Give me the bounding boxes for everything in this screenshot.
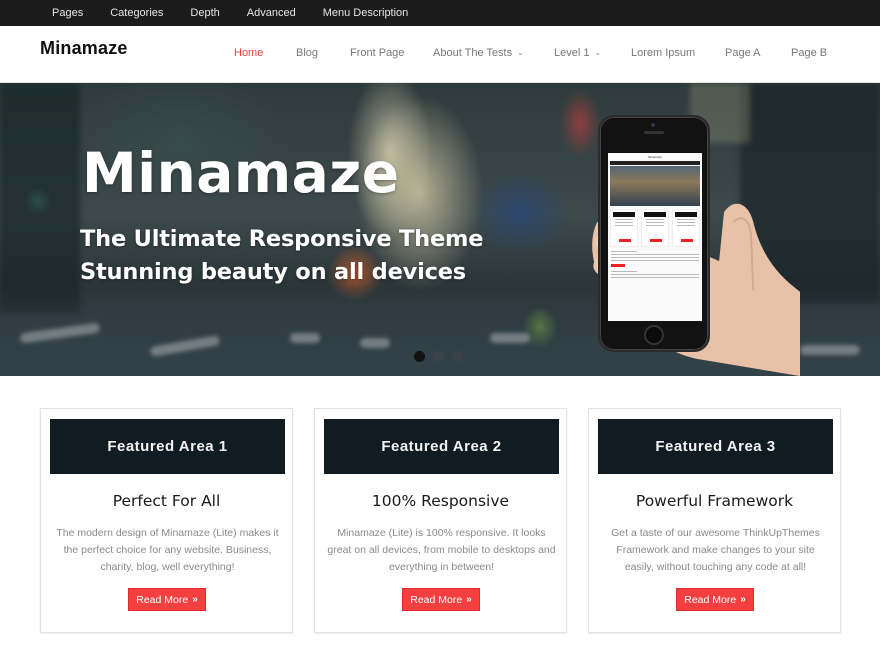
nav-label: Blog [296, 47, 319, 59]
featured-header: Featured Area 2 [324, 419, 559, 474]
hero-subtitle-line-1: The Ultimate Responsive Theme [80, 226, 484, 252]
screen-hero [610, 166, 700, 206]
nav-label: Page A [725, 47, 761, 59]
read-more-button[interactable]: Read More » [402, 588, 480, 611]
double-chevron-right-icon: » [192, 594, 198, 605]
screen-nav [610, 161, 700, 165]
nav-item-about-the-tests[interactable]: About The Tests ⌄ [433, 47, 524, 59]
nav-item-level-1[interactable]: Level 1 ⌄ [554, 47, 601, 59]
screen-post [611, 271, 699, 278]
background-building [0, 83, 80, 313]
read-more-label: Read More [136, 593, 189, 606]
read-more-label: Read More [410, 593, 463, 606]
road-stripe [490, 333, 530, 343]
featured-header: Featured Area 1 [50, 419, 285, 474]
featured-text: Get a taste of our awesome ThinkUpThemes… [611, 527, 820, 573]
top-menu-item-depth[interactable]: Depth [190, 7, 219, 19]
hero-title: Minamaze [82, 141, 400, 205]
slider-pagination [414, 351, 471, 362]
top-menu-item-advanced[interactable]: Advanced [247, 7, 296, 19]
double-chevron-right-icon: » [740, 594, 746, 605]
screen-featured [608, 206, 702, 247]
slider-dot-1[interactable] [414, 351, 425, 362]
phone-mockup: Minamaze [598, 115, 710, 352]
nav-label: About The Tests [433, 47, 513, 59]
featured-text: Minamaze (Lite) is 100% responsive. It l… [327, 527, 556, 573]
site-header: Minamaze Home Blog Front Page About The … [0, 26, 880, 83]
nav-label: Page B [791, 47, 828, 59]
nav-label: Home [234, 47, 264, 59]
nav-item-home[interactable]: Home [234, 47, 263, 59]
top-menu-item-pages[interactable]: Pages [52, 7, 83, 19]
screen-featured-col [672, 209, 700, 247]
read-more-label: Read More [684, 593, 737, 606]
hero-subtitle-line-2: Stunning beauty on all devices [80, 259, 466, 285]
nav-label: Front Page [350, 47, 405, 59]
top-menu-item-categories[interactable]: Categories [110, 7, 163, 19]
main-nav: Home Blog Front Page About The Tests ⌄ Le… [0, 26, 880, 83]
screen-post [611, 251, 699, 267]
screen-featured-col [641, 209, 669, 247]
read-more-button[interactable]: Read More » [128, 588, 206, 611]
featured-title: 100% Responsive [371, 492, 510, 510]
featured-title: Perfect For All [112, 492, 221, 510]
hero-slider: Minamaze The Ultimate Responsive Theme S… [0, 83, 880, 376]
chevron-down-icon: ⌄ [517, 48, 524, 57]
road-stripe [800, 345, 860, 355]
nav-label: Lorem Ipsum [631, 47, 696, 59]
featured-area-3: Featured Area 3 Powerful Framework Get a… [588, 408, 841, 633]
hero-subtitle: The Ultimate Responsive Theme Stunning b… [80, 223, 484, 289]
nav-item-page-a[interactable]: Page A [725, 47, 760, 59]
nav-item-page-b[interactable]: Page B [791, 47, 827, 59]
featured-area-2: Featured Area 2 100% Responsive Minamaze… [314, 408, 567, 633]
read-more-button[interactable]: Read More » [676, 588, 754, 611]
top-menu: Pages Categories Depth Advanced Menu Des… [52, 0, 435, 26]
phone-home-button [644, 325, 664, 345]
nav-item-front-page[interactable]: Front Page [350, 47, 404, 59]
phone-speaker [644, 131, 664, 134]
nav-label: Level 1 [554, 47, 590, 59]
featured-header: Featured Area 3 [598, 419, 833, 474]
double-chevron-right-icon: » [466, 594, 472, 605]
chevron-down-icon: ⌄ [594, 48, 602, 57]
phone-screen: Minamaze [608, 153, 702, 321]
screen-logo: Minamaze [648, 155, 662, 159]
slider-dot-2[interactable] [433, 351, 444, 362]
featured-area-1: Featured Area 1 Perfect For All The mode… [40, 408, 293, 633]
featured-text: The modern design of Minamaze (Lite) mak… [56, 527, 279, 573]
featured-title: Powerful Framework [635, 492, 794, 510]
phone-camera [651, 123, 655, 127]
top-bar: Pages Categories Depth Advanced Menu Des… [0, 0, 880, 26]
nav-item-blog[interactable]: Blog [296, 47, 318, 59]
top-menu-item-menu-description[interactable]: Menu Description [323, 7, 409, 19]
nav-item-lorem-ipsum[interactable]: Lorem Ipsum [631, 47, 695, 59]
slider-dot-3[interactable] [452, 351, 463, 362]
road-stripe [360, 338, 390, 348]
screen-featured-col [610, 209, 638, 247]
road-stripe [290, 333, 320, 343]
